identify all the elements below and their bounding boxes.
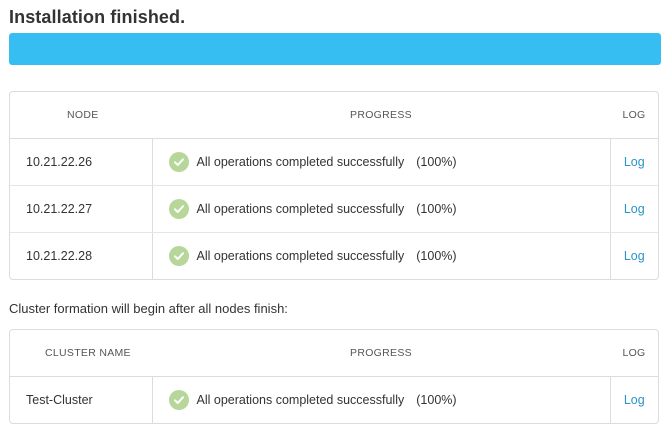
status-percent: (100%): [416, 154, 457, 169]
node-progress-cell: All operations completed successfully (1…: [152, 232, 610, 279]
check-circle-icon: [168, 151, 189, 172]
cluster-table: CLUSTER NAME PROGRESS LOG Test-Cluster A…: [9, 329, 659, 424]
cluster-progress-cell: All operations completed successfully (1…: [152, 376, 610, 423]
node-address: 10.21.22.26: [10, 138, 153, 186]
log-cell: Log: [609, 232, 658, 279]
log-cell: Log: [609, 376, 658, 423]
status-text: All operations completed successfully: [196, 154, 405, 169]
column-header-log: LOG: [610, 330, 658, 377]
check-circle-icon: [168, 198, 189, 219]
status-percent: (100%): [416, 248, 457, 263]
log-link[interactable]: Log: [624, 202, 645, 216]
log-link[interactable]: Log: [624, 249, 645, 263]
status-percent: (100%): [416, 392, 457, 407]
check-circle-icon: [168, 389, 189, 410]
status-percent: (100%): [416, 201, 457, 216]
nodes-table: NODE PROGRESS LOG 10.21.22.26 All operat…: [9, 91, 659, 280]
table-row: 10.21.22.28 All operations completed suc…: [10, 232, 658, 279]
overall-progress-fill: [9, 33, 661, 65]
cluster-name: Test-Cluster: [10, 376, 153, 423]
column-header-progress: PROGRESS: [152, 330, 610, 377]
status-text: All operations completed successfully: [196, 392, 405, 407]
node-progress-cell: All operations completed successfully (1…: [152, 138, 610, 186]
cluster-table-header: CLUSTER NAME PROGRESS LOG: [10, 330, 658, 377]
log-cell: Log: [609, 138, 658, 186]
page-title: Installation finished.: [9, 7, 186, 27]
node-progress-cell: All operations completed successfully (1…: [152, 185, 610, 233]
column-header-log: LOG: [610, 92, 658, 139]
nodes-table-header: NODE PROGRESS LOG: [10, 92, 658, 139]
log-cell: Log: [609, 185, 658, 233]
cluster-formation-label: Cluster formation will begin after all n…: [9, 301, 288, 316]
table-row: 10.21.22.27 All operations completed suc…: [10, 185, 658, 233]
check-circle-icon: [168, 245, 189, 266]
column-header-progress: PROGRESS: [152, 92, 610, 139]
node-address: 10.21.22.27: [10, 185, 153, 233]
status-text: All operations completed successfully: [196, 201, 405, 216]
column-header-cluster-name: CLUSTER NAME: [10, 330, 152, 377]
table-row: 10.21.22.26 All operations completed suc…: [10, 138, 658, 186]
installation-page: Installation finished. NODE PROGRESS LOG…: [0, 0, 667, 433]
log-link[interactable]: Log: [624, 393, 645, 407]
log-link[interactable]: Log: [624, 155, 645, 169]
table-row: Test-Cluster All operations completed su…: [10, 376, 658, 423]
column-header-node: NODE: [10, 92, 152, 139]
node-address: 10.21.22.28: [10, 232, 153, 279]
overall-progress-bar: [9, 33, 661, 65]
status-text: All operations completed successfully: [196, 248, 405, 263]
